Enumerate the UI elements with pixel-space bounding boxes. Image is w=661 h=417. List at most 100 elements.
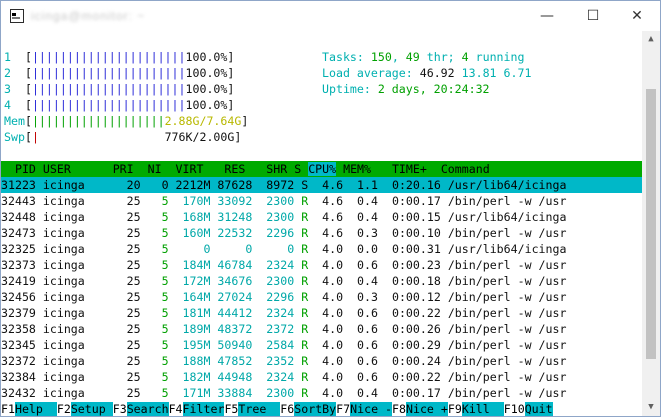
swap-meter: Swp[| 776K/2.00G] (4, 130, 242, 144)
fkey-label[interactable]: Nice + (405, 402, 448, 416)
maximize-button[interactable]: ☐ (570, 1, 616, 31)
col-ni[interactable]: NI (134, 162, 162, 176)
pri-cell: 25 (112, 370, 141, 384)
cpu-cell: 4.0 (308, 306, 344, 320)
virt-cell: 160M (168, 226, 211, 240)
fkey-label[interactable]: Tree (238, 402, 281, 416)
terminal-content[interactable]: 1 [||||||||||||||||||||||100.0%] 2 [||||… (1, 31, 642, 416)
close-button[interactable]: ✕ (614, 1, 660, 31)
virt-cell: 168M (168, 210, 211, 224)
shr-cell: 2324 (252, 258, 295, 272)
fkey-label[interactable]: Kill (461, 402, 504, 416)
fkey-label[interactable]: Quit (524, 402, 553, 416)
process-row[interactable]: 32384 icinga 25 5 182M 44948 2324 R 4.0 … (1, 369, 642, 385)
res-cell: 50940 (210, 338, 253, 352)
col-shr[interactable]: SHR (245, 162, 287, 176)
fkey-f10[interactable]: F10 (504, 402, 525, 416)
pri-cell: 25 (112, 274, 141, 288)
col-state[interactable]: S (294, 162, 301, 176)
fkey-label[interactable]: Help (14, 402, 57, 416)
close-icon: ✕ (631, 8, 643, 24)
process-row[interactable]: 32358 icinga 25 5 189M 48372 2372 R 4.0 … (1, 321, 642, 337)
pri-cell: 25 (112, 210, 141, 224)
fkey-f9[interactable]: F9 (448, 402, 462, 416)
cpu-cell: 4.0 (308, 290, 344, 304)
col-pid[interactable]: PID (1, 162, 36, 176)
tasks-summary: Tasks: 150, 49 thr; 4 running (322, 50, 525, 64)
command-cell: /bin/perl -w /usr (447, 306, 574, 320)
process-row[interactable]: 32345 icinga 25 5 195M 50940 2584 R 4.0 … (1, 337, 642, 353)
user-cell: icinga (42, 226, 113, 240)
res-cell: 47852 (210, 354, 253, 368)
user-cell: icinga (42, 242, 113, 256)
pid-cell: 32456 (1, 290, 36, 304)
title-bar[interactable]: icinga@monitor: ~ — ☐ ✕ (1, 1, 660, 31)
nice-cell: 0 (140, 178, 169, 192)
pid-cell: 32325 (1, 242, 36, 256)
command-cell: /bin/perl -w /usr (447, 258, 574, 272)
virt-cell: 172M (168, 274, 211, 288)
col-res[interactable]: RES (203, 162, 245, 176)
fkey-label[interactable]: Filter (182, 402, 225, 416)
cpu-cell: 4.0 (308, 258, 344, 272)
fkey-f5[interactable]: F5 (224, 402, 238, 416)
shr-cell: 2300 (252, 386, 295, 400)
process-row[interactable]: 32448 icinga 25 5 168M 31248 2300 R 4.6 … (1, 209, 642, 225)
fkey-f4[interactable]: F4 (169, 402, 183, 416)
nice-cell: 5 (140, 210, 169, 224)
scrollbar-thumb[interactable] (646, 89, 656, 359)
cpu-cell: 4.0 (308, 370, 344, 384)
fkey-f2[interactable]: F2 (57, 402, 71, 416)
col-pri[interactable]: PRI (71, 162, 134, 176)
pid-cell: 32372 (1, 354, 36, 368)
col-virt[interactable]: VIRT (162, 162, 204, 176)
process-row[interactable]: 32456 icinga 25 5 164M 27024 2296 R 4.0 … (1, 289, 642, 305)
cpu-cell: 4.0 (308, 338, 344, 352)
fkey-f7[interactable]: F7 (336, 402, 350, 416)
fkey-label[interactable]: Search (126, 402, 169, 416)
process-row[interactable]: 32473 icinga 25 5 160M 22532 2296 R 4.6 … (1, 225, 642, 241)
process-row[interactable]: 32325 icinga 25 5 0 0 0 R 4.0 0.0 0:00.3… (1, 241, 642, 257)
minimize-icon: — (540, 8, 554, 24)
process-row[interactable]: 32379 icinga 25 5 181M 44412 2324 R 4.0 … (1, 305, 642, 321)
command-cell: /bin/perl -w /usr (447, 194, 574, 208)
vertical-scrollbar[interactable]: ▲ ▼ (642, 31, 660, 416)
user-cell: icinga (42, 290, 113, 304)
shr-cell: 2300 (252, 274, 295, 288)
fkey-f8[interactable]: F8 (392, 402, 406, 416)
col-command[interactable]: Command (427, 162, 490, 176)
scroll-down-icon[interactable]: ▼ (642, 399, 660, 416)
col-user[interactable]: USER (43, 162, 71, 176)
process-row[interactable]: 32443 icinga 25 5 170M 33092 2300 R 4.6 … (1, 193, 642, 209)
scroll-up-icon[interactable]: ▲ (642, 31, 660, 48)
col-time[interactable]: TIME+ (371, 162, 427, 176)
fkey-f6[interactable]: F6 (280, 402, 294, 416)
cpu-cell: 4.6 (308, 226, 344, 240)
process-row[interactable]: 32373 icinga 25 5 184M 46784 2324 R 4.0 … (1, 257, 642, 273)
pri-cell: 25 (112, 226, 141, 240)
col-mem[interactable]: MEM% (343, 162, 371, 176)
user-cell: icinga (42, 210, 113, 224)
col-cpu[interactable]: CPU% (308, 162, 337, 176)
minimize-button[interactable]: — (524, 1, 570, 31)
process-row[interactable]: 32432 icinga 25 5 171M 33884 2300 R 4.0 … (1, 385, 642, 401)
mem-cell: 0.6 (343, 370, 378, 384)
fkey-label[interactable]: SortBy (294, 402, 337, 416)
mem-cell: 0.4 (343, 210, 378, 224)
cpu-cell: 4.0 (308, 386, 344, 400)
process-row[interactable]: 31223 icinga 20 0 2212M 87628 8972 S 4.6… (1, 177, 642, 193)
fkey-f3[interactable]: F3 (113, 402, 127, 416)
fkey-f1[interactable]: F1 (1, 402, 15, 416)
pri-cell: 25 (112, 322, 141, 336)
shr-cell: 0 (252, 242, 295, 256)
process-row[interactable]: 32372 icinga 25 5 188M 47852 2352 R 4.0 … (1, 353, 642, 369)
process-table-header[interactable]: PID USER PRI NI VIRT RES SHR S CPU% MEM%… (1, 161, 642, 177)
fkey-label[interactable]: Setup (70, 402, 113, 416)
pid-cell: 31223 (1, 178, 36, 192)
command-cell: /bin/perl -w /usr (447, 322, 574, 336)
fkey-label[interactable]: Nice - (350, 402, 393, 416)
process-row[interactable]: 32419 icinga 25 5 172M 34676 2300 R 4.0 … (1, 273, 642, 289)
command-cell: /usr/lib64/icinga (447, 210, 574, 224)
res-cell: 31248 (210, 210, 253, 224)
shr-cell: 2372 (252, 322, 295, 336)
